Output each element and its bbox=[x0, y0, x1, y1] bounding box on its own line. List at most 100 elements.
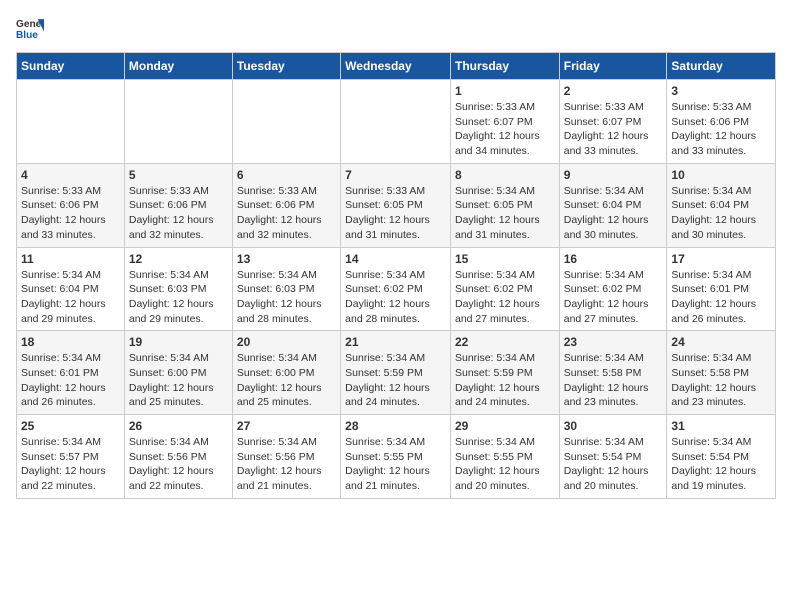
day-info: Sunrise: 5:34 AM Sunset: 6:03 PM Dayligh… bbox=[129, 268, 228, 327]
day-number: 21 bbox=[345, 335, 446, 349]
calendar-week-row: 25 Sunrise: 5:34 AM Sunset: 5:57 PM Dayli… bbox=[17, 415, 776, 499]
day-number: 18 bbox=[21, 335, 120, 349]
day-number: 31 bbox=[671, 419, 771, 433]
day-info: Sunrise: 5:34 AM Sunset: 5:55 PM Dayligh… bbox=[455, 435, 555, 494]
day-number: 13 bbox=[237, 252, 336, 266]
day-info: Sunrise: 5:33 AM Sunset: 6:06 PM Dayligh… bbox=[237, 184, 336, 243]
day-info: Sunrise: 5:34 AM Sunset: 6:04 PM Dayligh… bbox=[671, 184, 771, 243]
day-number: 28 bbox=[345, 419, 446, 433]
day-info: Sunrise: 5:34 AM Sunset: 6:02 PM Dayligh… bbox=[345, 268, 446, 327]
calendar-cell: 15 Sunrise: 5:34 AM Sunset: 6:02 PM Dayli… bbox=[450, 247, 559, 331]
day-info: Sunrise: 5:34 AM Sunset: 6:01 PM Dayligh… bbox=[21, 351, 120, 410]
day-info: Sunrise: 5:34 AM Sunset: 5:56 PM Dayligh… bbox=[237, 435, 336, 494]
day-info: Sunrise: 5:34 AM Sunset: 6:02 PM Dayligh… bbox=[455, 268, 555, 327]
day-info: Sunrise: 5:33 AM Sunset: 6:06 PM Dayligh… bbox=[21, 184, 120, 243]
day-info: Sunrise: 5:33 AM Sunset: 6:06 PM Dayligh… bbox=[129, 184, 228, 243]
day-info: Sunrise: 5:34 AM Sunset: 6:05 PM Dayligh… bbox=[455, 184, 555, 243]
day-info: Sunrise: 5:33 AM Sunset: 6:07 PM Dayligh… bbox=[564, 100, 663, 159]
day-info: Sunrise: 5:34 AM Sunset: 5:59 PM Dayligh… bbox=[345, 351, 446, 410]
day-info: Sunrise: 5:34 AM Sunset: 5:54 PM Dayligh… bbox=[564, 435, 663, 494]
calendar-cell: 14 Sunrise: 5:34 AM Sunset: 6:02 PM Dayli… bbox=[341, 247, 451, 331]
weekday-header-tuesday: Tuesday bbox=[232, 53, 340, 80]
day-number: 29 bbox=[455, 419, 555, 433]
day-number: 24 bbox=[671, 335, 771, 349]
calendar-cell: 4 Sunrise: 5:33 AM Sunset: 6:06 PM Daylig… bbox=[17, 163, 125, 247]
calendar-cell: 17 Sunrise: 5:34 AM Sunset: 6:01 PM Dayli… bbox=[667, 247, 776, 331]
day-number: 23 bbox=[564, 335, 663, 349]
day-number: 15 bbox=[455, 252, 555, 266]
weekday-header-wednesday: Wednesday bbox=[341, 53, 451, 80]
calendar-cell: 20 Sunrise: 5:34 AM Sunset: 6:00 PM Dayli… bbox=[232, 331, 340, 415]
calendar-cell: 5 Sunrise: 5:33 AM Sunset: 6:06 PM Daylig… bbox=[124, 163, 232, 247]
calendar-cell: 13 Sunrise: 5:34 AM Sunset: 6:03 PM Dayli… bbox=[232, 247, 340, 331]
day-number: 5 bbox=[129, 168, 228, 182]
calendar-cell: 18 Sunrise: 5:34 AM Sunset: 6:01 PM Dayli… bbox=[17, 331, 125, 415]
calendar-cell: 25 Sunrise: 5:34 AM Sunset: 5:57 PM Dayli… bbox=[17, 415, 125, 499]
day-info: Sunrise: 5:34 AM Sunset: 5:56 PM Dayligh… bbox=[129, 435, 228, 494]
calendar-table: SundayMondayTuesdayWednesdayThursdayFrid… bbox=[16, 52, 776, 499]
day-number: 20 bbox=[237, 335, 336, 349]
day-info: Sunrise: 5:34 AM Sunset: 6:01 PM Dayligh… bbox=[671, 268, 771, 327]
day-info: Sunrise: 5:33 AM Sunset: 6:07 PM Dayligh… bbox=[455, 100, 555, 159]
day-number: 3 bbox=[671, 84, 771, 98]
day-info: Sunrise: 5:34 AM Sunset: 6:04 PM Dayligh… bbox=[21, 268, 120, 327]
day-number: 6 bbox=[237, 168, 336, 182]
calendar-cell: 21 Sunrise: 5:34 AM Sunset: 5:59 PM Dayli… bbox=[341, 331, 451, 415]
day-info: Sunrise: 5:34 AM Sunset: 6:04 PM Dayligh… bbox=[564, 184, 663, 243]
day-number: 10 bbox=[671, 168, 771, 182]
day-number: 14 bbox=[345, 252, 446, 266]
day-info: Sunrise: 5:34 AM Sunset: 5:57 PM Dayligh… bbox=[21, 435, 120, 494]
calendar-cell: 1 Sunrise: 5:33 AM Sunset: 6:07 PM Daylig… bbox=[450, 80, 559, 164]
calendar-cell: 31 Sunrise: 5:34 AM Sunset: 5:54 PM Dayli… bbox=[667, 415, 776, 499]
calendar-week-row: 11Sunrise: 5:34 AM Sunset: 6:04 PM Dayli… bbox=[17, 247, 776, 331]
calendar-cell bbox=[232, 80, 340, 164]
day-info: Sunrise: 5:34 AM Sunset: 5:55 PM Dayligh… bbox=[345, 435, 446, 494]
calendar-cell: 16 Sunrise: 5:34 AM Sunset: 6:02 PM Dayli… bbox=[559, 247, 667, 331]
day-number: 16 bbox=[564, 252, 663, 266]
calendar-cell bbox=[17, 80, 125, 164]
calendar-cell bbox=[341, 80, 451, 164]
day-info: Sunrise: 5:34 AM Sunset: 6:02 PM Dayligh… bbox=[564, 268, 663, 327]
calendar-cell: 10 Sunrise: 5:34 AM Sunset: 6:04 PM Dayli… bbox=[667, 163, 776, 247]
day-number: 17 bbox=[671, 252, 771, 266]
day-number: 27 bbox=[237, 419, 336, 433]
calendar-cell: 11Sunrise: 5:34 AM Sunset: 6:04 PM Dayli… bbox=[17, 247, 125, 331]
day-info: Sunrise: 5:34 AM Sunset: 5:58 PM Dayligh… bbox=[564, 351, 663, 410]
day-info: Sunrise: 5:34 AM Sunset: 5:54 PM Dayligh… bbox=[671, 435, 771, 494]
calendar-cell: 29 Sunrise: 5:34 AM Sunset: 5:55 PM Dayli… bbox=[450, 415, 559, 499]
calendar-cell: 27 Sunrise: 5:34 AM Sunset: 5:56 PM Dayli… bbox=[232, 415, 340, 499]
calendar-cell: 26Sunrise: 5:34 AM Sunset: 5:56 PM Dayli… bbox=[124, 415, 232, 499]
calendar-cell: 8 Sunrise: 5:34 AM Sunset: 6:05 PM Daylig… bbox=[450, 163, 559, 247]
day-info: Sunrise: 5:34 AM Sunset: 5:59 PM Dayligh… bbox=[455, 351, 555, 410]
calendar-week-row: 1 Sunrise: 5:33 AM Sunset: 6:07 PM Daylig… bbox=[17, 80, 776, 164]
calendar-cell: 2 Sunrise: 5:33 AM Sunset: 6:07 PM Daylig… bbox=[559, 80, 667, 164]
page-header: General Blue bbox=[16, 16, 776, 44]
weekday-header-thursday: Thursday bbox=[450, 53, 559, 80]
weekday-header-monday: Monday bbox=[124, 53, 232, 80]
svg-text:Blue: Blue bbox=[16, 30, 38, 41]
day-info: Sunrise: 5:34 AM Sunset: 6:00 PM Dayligh… bbox=[129, 351, 228, 410]
calendar-cell: 9Sunrise: 5:34 AM Sunset: 6:04 PM Daylig… bbox=[559, 163, 667, 247]
day-number: 8 bbox=[455, 168, 555, 182]
calendar-cell: 6 Sunrise: 5:33 AM Sunset: 6:06 PM Daylig… bbox=[232, 163, 340, 247]
calendar-week-row: 18 Sunrise: 5:34 AM Sunset: 6:01 PM Dayli… bbox=[17, 331, 776, 415]
weekday-header-saturday: Saturday bbox=[667, 53, 776, 80]
day-number: 2 bbox=[564, 84, 663, 98]
day-number: 25 bbox=[21, 419, 120, 433]
calendar-cell: 19Sunrise: 5:34 AM Sunset: 6:00 PM Dayli… bbox=[124, 331, 232, 415]
calendar-cell: 23 Sunrise: 5:34 AM Sunset: 5:58 PM Dayli… bbox=[559, 331, 667, 415]
day-info: Sunrise: 5:34 AM Sunset: 6:00 PM Dayligh… bbox=[237, 351, 336, 410]
day-number: 4 bbox=[21, 168, 120, 182]
calendar-header-row: SundayMondayTuesdayWednesdayThursdayFrid… bbox=[17, 53, 776, 80]
day-number: 7 bbox=[345, 168, 446, 182]
weekday-header-friday: Friday bbox=[559, 53, 667, 80]
day-info: Sunrise: 5:34 AM Sunset: 5:58 PM Dayligh… bbox=[671, 351, 771, 410]
weekday-header-sunday: Sunday bbox=[17, 53, 125, 80]
logo: General Blue bbox=[16, 16, 50, 44]
calendar-cell: 7Sunrise: 5:33 AM Sunset: 6:05 PM Daylig… bbox=[341, 163, 451, 247]
day-number: 22 bbox=[455, 335, 555, 349]
day-number: 1 bbox=[455, 84, 555, 98]
day-number: 30 bbox=[564, 419, 663, 433]
calendar-cell: 12Sunrise: 5:34 AM Sunset: 6:03 PM Dayli… bbox=[124, 247, 232, 331]
day-info: Sunrise: 5:34 AM Sunset: 6:03 PM Dayligh… bbox=[237, 268, 336, 327]
